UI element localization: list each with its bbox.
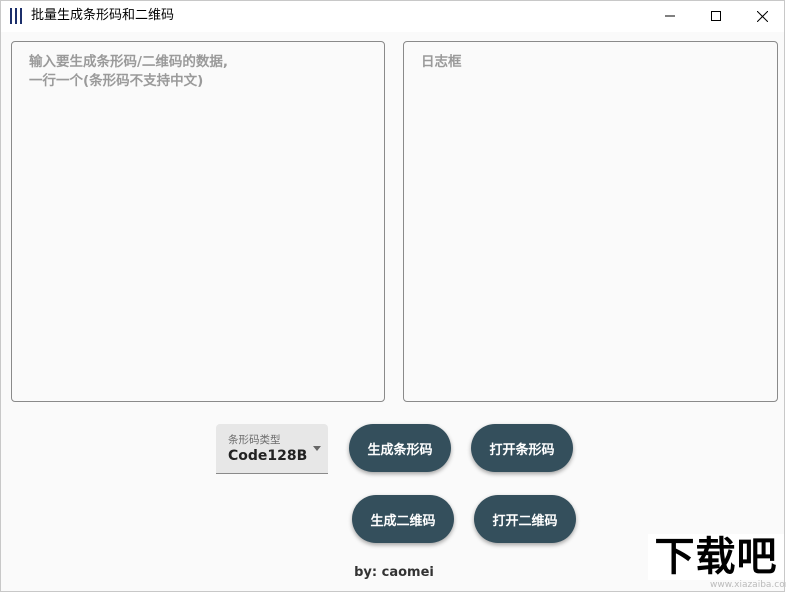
log-textarea[interactable]: [404, 42, 777, 401]
minimize-button[interactable]: [647, 1, 693, 31]
close-button[interactable]: [739, 1, 785, 31]
generate-qrcode-button[interactable]: 生成二维码: [352, 495, 454, 543]
close-icon: [756, 10, 768, 22]
site-watermark: 下载吧 www.xiazaiba.com: [648, 534, 786, 592]
title-bar[interactable]: 批量生成条形码和二维码: [1, 1, 784, 32]
data-input-textarea[interactable]: [12, 42, 384, 401]
maximize-icon: [711, 11, 721, 21]
barcode-type-value: Code128B: [228, 448, 308, 464]
log-panel: [403, 41, 778, 402]
barcode-type-label: 条形码类型: [228, 434, 281, 446]
open-barcode-button[interactable]: 打开条形码: [471, 424, 573, 472]
data-input-panel: [11, 41, 385, 402]
chevron-down-icon: [313, 446, 321, 451]
barcode-icon: [10, 8, 22, 24]
barcode-type-select[interactable]: 条形码类型 Code128B: [216, 424, 328, 474]
app-window: 批量生成条形码和二维码 条形码类型 Code128B 生成条形码 打开条形码: [0, 0, 785, 592]
open-qrcode-button[interactable]: 打开二维码: [474, 495, 576, 543]
window-title: 批量生成条形码和二维码: [31, 8, 175, 23]
maximize-button[interactable]: [693, 1, 739, 31]
watermark-url: www.xiazaiba.com: [710, 580, 786, 590]
watermark-logo: 下载吧: [648, 534, 784, 580]
generate-barcode-button[interactable]: 生成条形码: [349, 424, 451, 472]
minimize-icon: [665, 15, 675, 17]
